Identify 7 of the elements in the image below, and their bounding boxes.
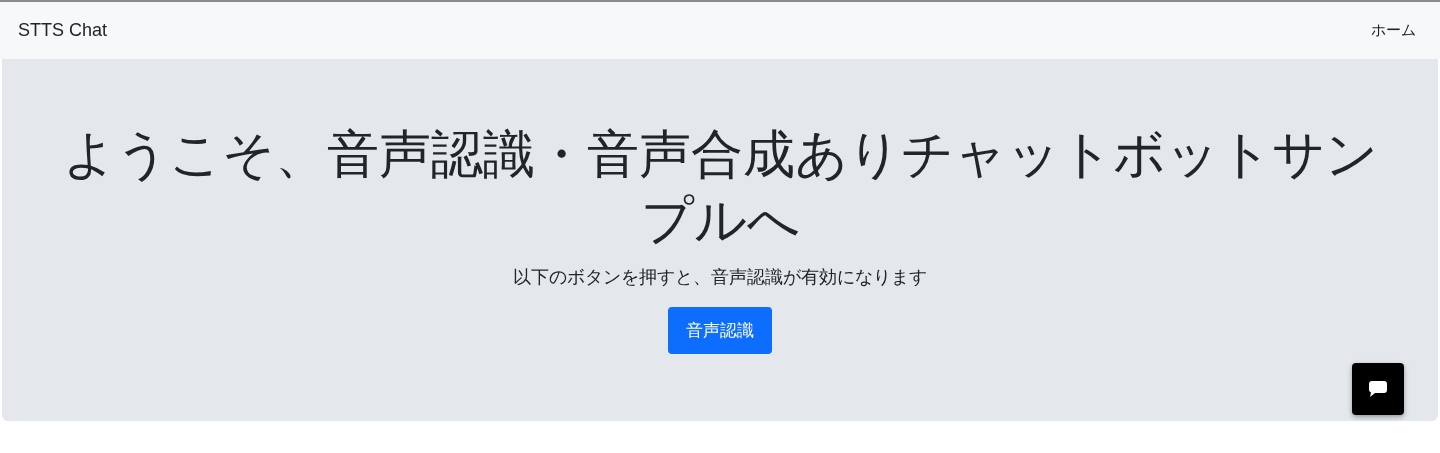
- hero-subtitle: 以下のボタンを押すと、音声認識が有効になります: [513, 266, 927, 289]
- brand-link[interactable]: STTS Chat: [18, 20, 108, 41]
- speech-recognition-button[interactable]: 音声認識: [668, 307, 772, 354]
- hero-title: ようこそ、音声認識・音声合成ありチャットボットサンプルへ: [61, 124, 1379, 251]
- nav-link[interactable]: ホーム: [1371, 21, 1416, 40]
- chat-button[interactable]: [1352, 363, 1404, 415]
- chat-bubble-icon: [1368, 380, 1388, 398]
